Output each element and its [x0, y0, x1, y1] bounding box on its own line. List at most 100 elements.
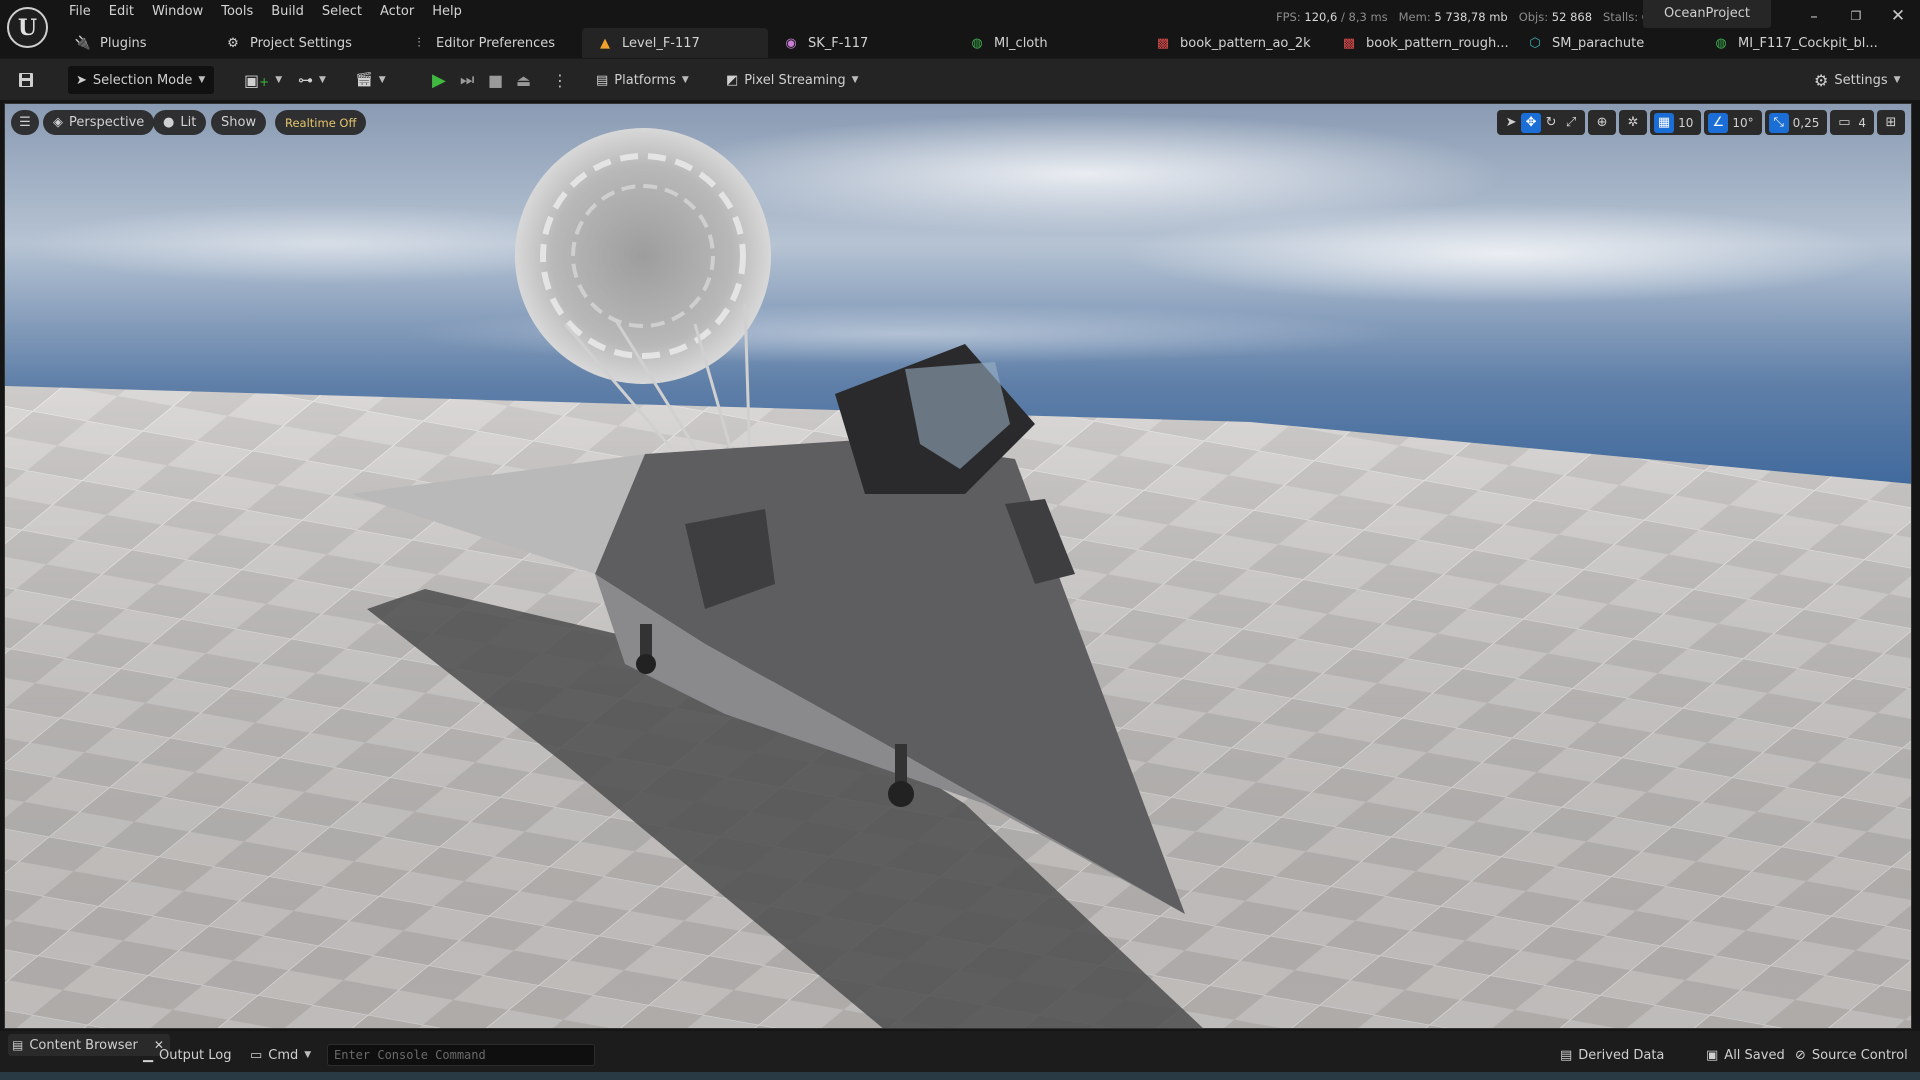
- pixel-streaming-dropdown[interactable]: ◩ Pixel Streaming ▼: [726, 66, 859, 94]
- blueprints-button[interactable]: ⊶ ▼: [298, 66, 326, 94]
- tab-sm-parachute[interactable]: ⬡ SM_parachute: [1512, 28, 1698, 58]
- frame-ms: / 8,3 ms: [1340, 10, 1388, 24]
- skeletal-mesh-icon: ◉: [785, 35, 797, 51]
- pixel-streaming-icon: ◩: [726, 72, 739, 88]
- blueprint-icon: ⊶: [298, 71, 313, 89]
- tab-label: book_pattern_rough...: [1366, 35, 1509, 51]
- platforms-label: Platforms: [614, 72, 676, 88]
- play-icon[interactable]: ▶: [432, 66, 446, 94]
- settings-dropdown[interactable]: ⚙ Settings ▼: [1814, 66, 1901, 94]
- chevron-down-icon: ▼: [319, 75, 326, 85]
- rotation-snap-group[interactable]: ∠ 10°: [1704, 110, 1762, 135]
- grid-snap-group[interactable]: ▦ 10: [1650, 110, 1702, 135]
- lit-button[interactable]: ● Lit: [153, 110, 207, 135]
- source-control-disabled-icon: ⊘: [1795, 1047, 1806, 1063]
- tab-book-pattern-ao[interactable]: ▩ book_pattern_ao_2k: [1140, 28, 1326, 58]
- menu-help[interactable]: Help: [423, 0, 471, 24]
- tab-project-settings[interactable]: ⚙ Project Settings: [210, 28, 396, 58]
- tab-label: SM_parachute: [1552, 35, 1645, 51]
- chevron-down-icon: ▼: [681, 75, 689, 85]
- source-control-button[interactable]: ⊘ Source Control: [1795, 1043, 1908, 1067]
- output-log-button[interactable]: ▁ Output Log: [143, 1043, 232, 1067]
- tab-label: Editor Preferences: [436, 35, 556, 51]
- source-control-label: Source Control: [1811, 1047, 1908, 1063]
- viewport-transform-tools: ➤ ✥ ↻ ⤢ ⊕ ✲ ▦ 10 ∠ 10° ⤡ 0,25 ▭ 4 ⊞: [1497, 110, 1905, 135]
- save-icon[interactable]: [14, 66, 38, 94]
- scale-snap-value: 0,25: [1792, 115, 1820, 130]
- fps-label: FPS:: [1276, 10, 1301, 24]
- more-options-icon[interactable]: ⋮: [552, 66, 568, 94]
- chevron-down-icon: ▼: [1893, 75, 1901, 85]
- scale-snap-group[interactable]: ⤡ 0,25: [1764, 110, 1828, 135]
- tab-book-pattern-rough[interactable]: ▩ book_pattern_rough...: [1326, 28, 1512, 58]
- realtime-off-button[interactable]: Realtime Off: [275, 110, 367, 135]
- viewport-layout-button[interactable]: ⊞: [1877, 110, 1905, 135]
- show-label: Show: [221, 115, 257, 130]
- viewport-menu-button[interactable]: ☰: [11, 110, 39, 135]
- chevron-down-icon: ▼: [275, 75, 283, 85]
- close-icon[interactable]: ✕: [1886, 6, 1910, 26]
- tab-plugins[interactable]: 🔌 Plugins: [60, 28, 210, 58]
- tab-label: SK_F-117: [808, 35, 869, 51]
- scale-icon[interactable]: ⤢: [1561, 113, 1581, 133]
- step-icon[interactable]: ⏭︎: [460, 66, 474, 94]
- cursor-arrow-icon: ➤: [76, 72, 87, 88]
- surface-snap-button[interactable]: ✲: [1619, 110, 1648, 135]
- select-arrow-icon[interactable]: ➤: [1501, 113, 1521, 133]
- perspective-label: Perspective: [69, 115, 145, 130]
- texture-icon: ▩: [1156, 35, 1170, 51]
- rotation-snap-value: 10°: [1732, 115, 1754, 130]
- gear-icon: ⚙: [1814, 70, 1829, 90]
- stop-icon[interactable]: ■: [488, 66, 503, 94]
- layout-icon: ⊞: [1885, 115, 1897, 130]
- tab-label: Plugins: [100, 35, 147, 51]
- derived-data-icon: ▤: [1560, 1047, 1573, 1063]
- menu-select[interactable]: Select: [313, 0, 371, 24]
- all-saved-label: All Saved: [1724, 1047, 1785, 1063]
- parachute-mesh[interactable]: [515, 128, 771, 384]
- eject-icon[interactable]: ⏏︎: [516, 66, 531, 94]
- rotate-icon[interactable]: ↻: [1541, 113, 1561, 133]
- lit-label: Lit: [180, 115, 197, 130]
- menu-build[interactable]: Build: [262, 0, 313, 24]
- unreal-logo-icon[interactable]: U: [7, 7, 48, 48]
- all-saved-button[interactable]: ▣ All Saved: [1706, 1043, 1785, 1067]
- menu-window[interactable]: Window: [143, 0, 212, 24]
- lit-sphere-icon: ●: [163, 115, 175, 130]
- minimize-icon[interactable]: –: [1802, 6, 1826, 26]
- perspective-button[interactable]: ◈ Perspective: [43, 110, 155, 135]
- tab-mi-cloth[interactable]: ◍ MI_cloth: [954, 28, 1140, 58]
- objs-value: 52 868: [1551, 10, 1593, 24]
- selection-mode-dropdown[interactable]: ➤ Selection Mode ▼: [68, 66, 214, 94]
- transform-tools-group: ➤ ✥ ↻ ⤢: [1497, 110, 1586, 135]
- menu-file[interactable]: File: [60, 0, 100, 24]
- tab-editor-preferences[interactable]: ⫶ Editor Preferences: [396, 28, 582, 58]
- viewport-scene[interactable]: [5, 104, 1912, 1029]
- coordinate-space-button[interactable]: ⊕: [1588, 110, 1617, 135]
- menu-tools[interactable]: Tools: [212, 0, 262, 24]
- cinematics-button[interactable]: 🎬︎ ▼: [355, 66, 386, 94]
- cmd-dropdown[interactable]: ▭ Cmd ▼: [250, 1043, 311, 1067]
- camera-speed-group[interactable]: ▭ 4: [1830, 110, 1874, 135]
- tab-sk-f117[interactable]: ◉ SK_F-117: [768, 28, 954, 58]
- platforms-dropdown[interactable]: ▤ Platforms ▼: [596, 66, 689, 94]
- restore-icon[interactable]: ❐: [1844, 6, 1868, 26]
- selection-mode-label: Selection Mode: [92, 72, 193, 88]
- console-command-input[interactable]: [327, 1044, 595, 1066]
- move-icon[interactable]: ✥: [1521, 112, 1542, 133]
- cube-icon: ◈: [53, 115, 63, 130]
- menu-actor[interactable]: Actor: [371, 0, 423, 24]
- tab-level-f117[interactable]: ▲ Level_F-117: [582, 28, 768, 58]
- grid-snap-value: 10: [1678, 115, 1694, 130]
- add-actor-button[interactable]: ▣+ ▼: [244, 66, 282, 94]
- angle-icon: ∠: [1708, 112, 1729, 133]
- menu-edit[interactable]: Edit: [100, 0, 143, 24]
- tab-label: Level_F-117: [622, 35, 700, 51]
- taskbar-strip: [0, 1072, 1920, 1080]
- objs-label: Objs:: [1518, 10, 1549, 24]
- camera-icon: ▭: [1838, 115, 1851, 130]
- show-button[interactable]: Show: [211, 110, 267, 135]
- derived-data-button[interactable]: ▤ Derived Data: [1560, 1043, 1664, 1067]
- level-viewport[interactable]: ☰ ◈ Perspective ● Lit Show Realtime Off …: [4, 103, 1912, 1029]
- tab-mi-f117-cockpit[interactable]: ◍ MI_F117_Cockpit_bl...: [1698, 28, 1884, 58]
